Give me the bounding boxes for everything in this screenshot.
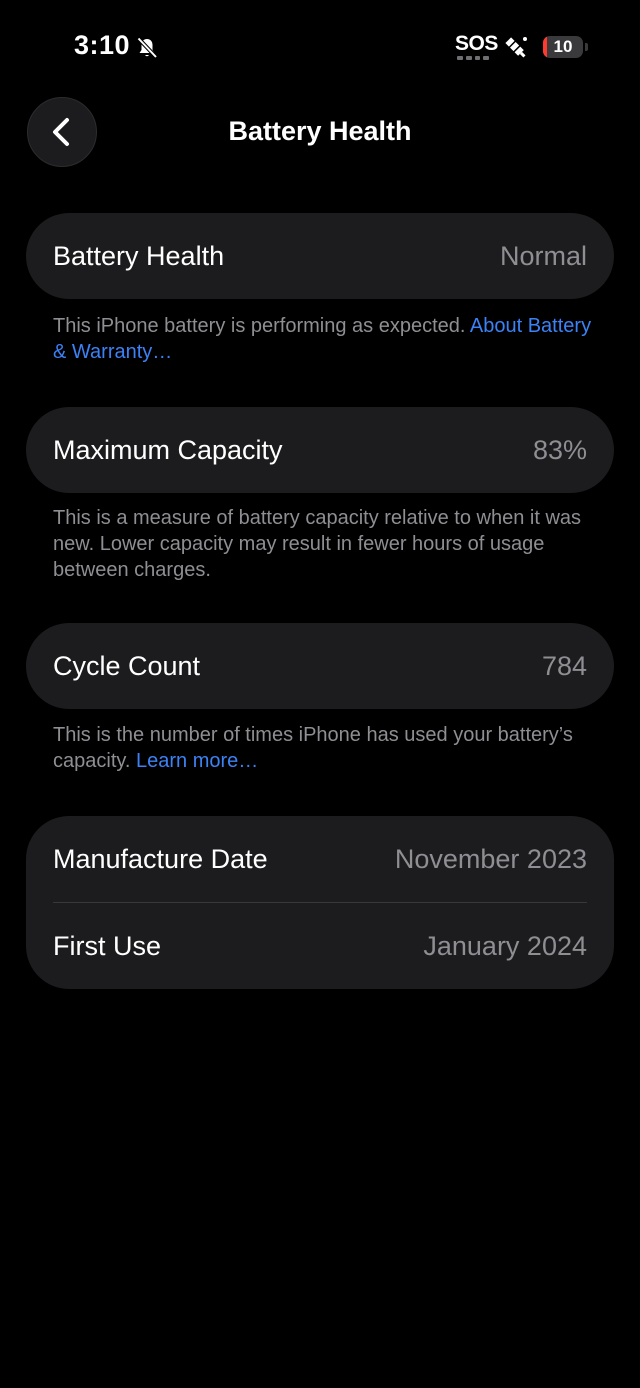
- satellite-icon: [505, 37, 527, 58]
- page-title: Battery Health: [228, 116, 412, 146]
- battery-nub: [585, 43, 588, 51]
- cycle-count-label: Cycle Count: [53, 650, 201, 681]
- manufacture-date-value: November 2023: [394, 843, 587, 874]
- battery-icon: 10: [543, 36, 583, 58]
- maximum-capacity-card: Maximum Capacity 83%: [26, 407, 614, 493]
- sos-indicator: SOS: [455, 32, 498, 55]
- battery-health-card: Battery Health Normal: [26, 213, 614, 299]
- first-use-label: First Use: [53, 930, 161, 961]
- cycle-count-row: Cycle Count 784: [26, 623, 614, 709]
- maximum-capacity-row: Maximum Capacity 83%: [26, 407, 614, 493]
- learn-more-link[interactable]: Learn more…: [136, 750, 258, 772]
- manufacture-date-row: Manufacture Date November 2023: [26, 816, 614, 902]
- battery-health-note: This iPhone battery is performing as exp…: [53, 313, 593, 365]
- first-use-value: January 2024: [423, 930, 587, 961]
- bell-slash-icon: [137, 37, 158, 59]
- maximum-capacity-note: This is a measure of battery capacity re…: [53, 507, 582, 581]
- manufacture-date-label: Manufacture Date: [53, 843, 268, 874]
- signal-dots: [457, 56, 489, 60]
- cycle-count-note-text: This is the number of times iPhone has u…: [53, 724, 573, 772]
- battery-health-value: Normal: [499, 240, 587, 271]
- cycle-count-value: 784: [541, 650, 587, 681]
- battery-health-label: Battery Health: [53, 240, 225, 271]
- status-time: 3:10: [74, 30, 131, 60]
- maximum-capacity-label: Maximum Capacity: [53, 434, 283, 465]
- cycle-count-note: This is the number of times iPhone has u…: [53, 722, 593, 774]
- first-use-row: First Use January 2024: [26, 903, 614, 989]
- battery-health-note-text: This iPhone battery is performing as exp…: [53, 315, 470, 337]
- battery-health-row: Battery Health Normal: [26, 213, 614, 299]
- cycle-count-card: Cycle Count 784: [26, 623, 614, 709]
- maximum-capacity-value: 83%: [532, 434, 587, 465]
- dates-card: Manufacture Date November 2023 First Use…: [26, 816, 614, 989]
- battery-percent: 10: [553, 37, 573, 56]
